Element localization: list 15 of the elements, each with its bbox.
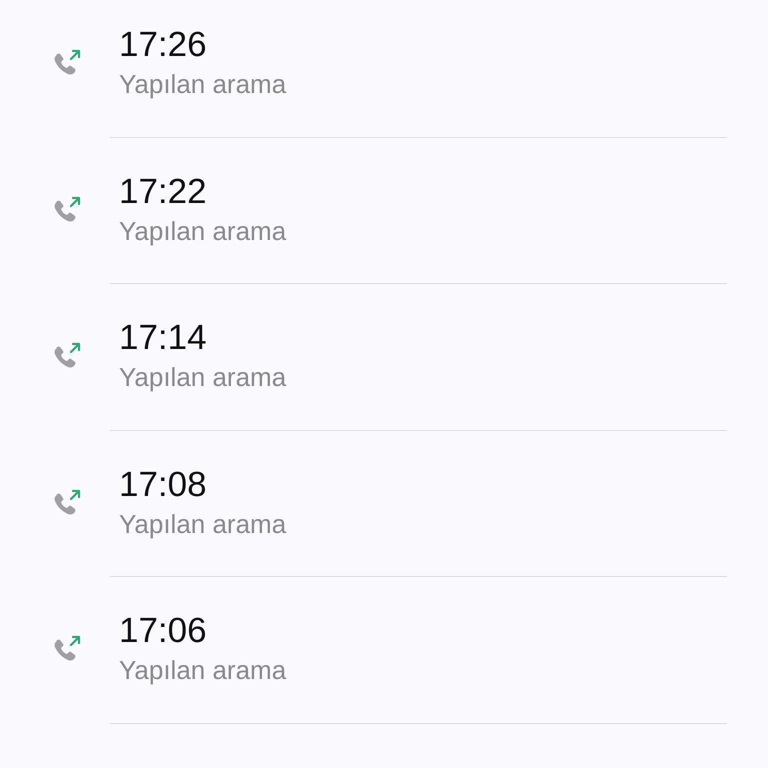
outgoing-call-icon [52,488,82,516]
call-type: Yapılan arama [119,361,286,393]
outgoing-call-icon [52,342,82,370]
call-type: Yapılan arama [119,654,286,686]
call-time: 17:26 [119,24,207,66]
call-time: 17:14 [119,317,207,359]
outgoing-call-icon [52,49,82,77]
call-type: Yapılan arama [119,68,286,100]
call-time: 17:08 [119,464,207,506]
outgoing-call-icon [52,196,82,224]
outgoing-call-icon [52,635,82,663]
call-type: Yapılan arama [119,214,286,246]
call-time: 17:22 [119,170,207,212]
call-type: Yapılan arama [119,508,286,540]
call-time: 17:06 [119,610,207,652]
